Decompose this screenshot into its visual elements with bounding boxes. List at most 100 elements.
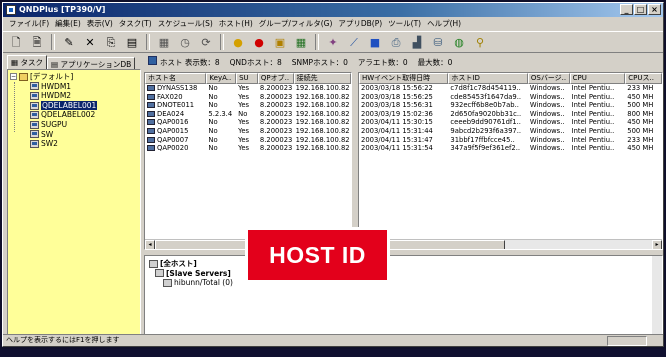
table-cell: 2003/04/11 15:31:44 [361,126,433,135]
all-hosts-node[interactable]: [全ホスト] [149,259,658,269]
table-row[interactable]: 2003/03/18 15:56:25 cde85453f1647da9.. Win… [359,93,662,102]
menu-task[interactable]: タスク(T) [116,17,155,30]
minimize-button[interactable]: _ [620,4,633,15]
menu-tools[interactable]: ツール(T) [385,17,424,30]
tree-item[interactable]: SW [10,130,138,140]
table-cell: No [208,101,218,110]
col-qpo[interactable]: QPオブ.. [257,73,294,84]
menu-schedule[interactable]: スケジュール(S) [155,17,216,30]
tree-item-selected[interactable]: QDELABEL001 [10,100,138,111]
clock-icon: ◷ [180,35,190,49]
table-cell: ceeeb9dd90761df1.. [450,118,521,127]
network-icon[interactable]: ■ [366,33,384,51]
table-row[interactable]: DEA024 5.2.3.4 No 8.200023 192.168.100.82 [145,110,351,119]
menu-group-filter[interactable]: グループ/フィルタ(G) [256,17,336,30]
scroll-left-icon[interactable]: ◂ [145,240,155,249]
tree-item[interactable]: HWDM2 [10,91,138,101]
menu-edit[interactable]: 編集(E) [52,17,84,30]
table-row[interactable]: 2003/04/11 15:31:54 347a9f5f9ef361ef2.. Wi… [359,144,662,153]
close-button[interactable]: × [648,4,661,15]
open-icon[interactable]: 🗎 [28,33,46,51]
col-connect[interactable]: 接続先 [293,73,351,84]
maximize-button[interactable]: □ [634,4,647,15]
slave-servers-node[interactable]: [Slave Servers] [149,269,658,279]
table-cell: Intel Pentiu.. [571,101,615,110]
hw-list-hscroll[interactable]: ◂ ▸ [359,239,662,249]
scroll-right-icon[interactable]: ▸ [652,240,662,249]
hibunn-node[interactable]: hibunn/Total (0) [149,278,658,288]
report-icon[interactable]: ▣ [271,33,289,51]
copy-icon[interactable]: ⎘ [102,33,120,51]
menu-file[interactable]: ファイル(F) [6,17,52,30]
database-icon[interactable]: ⛁ [429,33,447,51]
stop-icon[interactable]: ● [250,33,268,51]
table-cell: DEA024 [145,110,206,119]
tree-root[interactable]: − [デフォルト] [10,72,138,82]
server-icon[interactable]: ▟ [408,33,426,51]
col-hostname[interactable]: ホスト名 [145,73,207,84]
table-row[interactable]: 2003/03/18 15:56:31 932ecff6b8e0b7ab.. Win… [359,101,662,110]
table-cell: Windows.. [529,118,565,127]
schedule-icon[interactable]: ▦ [292,33,310,51]
col-os[interactable]: OSバージ.. [527,73,570,84]
menu-host[interactable]: ホスト(H) [216,17,256,30]
table-row[interactable]: DYNASS138 No Yes 8.200023 192.168.100.82 [145,84,351,93]
table-cell: Windows.. [529,101,565,110]
tree-item[interactable]: SW2 [10,139,138,149]
table-row[interactable]: QAP0015 No Yes 8.200023 192.168.100.82 [145,127,351,136]
paint-icon[interactable]: ✦ [324,33,342,51]
table-cell: 8.200023 [259,101,293,110]
host-tree: − [デフォルト] HWDM1 HWDM2 QDELABEL001 QDELAB… [7,69,141,335]
menu-help[interactable]: ヘルプ(H) [424,17,464,30]
table-row[interactable]: QAP0007 No Yes 8.200023 192.168.100.82 [145,136,351,145]
table-cell: 9abcd2b293f6a397.. [450,126,522,135]
chart-icon[interactable]: ⟋ [345,33,363,51]
table-row[interactable]: 2003/04/11 15:31:44 9abcd2b293f6a397.. Win… [359,127,662,136]
table-cell: No [208,144,218,153]
table-row[interactable]: 2003/03/18 15:56:22 c7d8f1c78d454119.. Win… [359,84,662,93]
table-cell: Windows.. [529,109,565,118]
tree-item[interactable]: QDELABEL002 [10,110,138,120]
table-row[interactable]: 2003/03/19 15:02:36 2d650fa9020bb31c.. Win… [359,110,662,119]
col-cpu-speed[interactable]: CPUス.. [625,73,662,84]
globe-icon[interactable]: ◍ [450,33,468,51]
col-hw-event[interactable]: HWイベント取得日時 [359,73,449,84]
server-tree[interactable]: [全ホスト] [Slave Servers] hibunn/Total (0) [144,255,663,335]
table-row[interactable]: DNOTE011 No Yes 8.200023 192.168.100.82 [145,101,351,110]
col-keya[interactable]: KeyA.. [206,73,237,84]
table-row[interactable]: QAP0016 No Yes 8.200023 192.168.100.82 [145,118,351,127]
table-cell: 192.168.100.82 [295,144,350,153]
toolbar-separator [51,34,55,50]
tree-item[interactable]: HWDM1 [10,82,138,92]
menu-appdb[interactable]: アプリDB(P) [335,17,385,30]
server-tree-vscroll[interactable] [652,256,662,334]
delete-icon[interactable]: ✕ [81,33,99,51]
table-row[interactable]: QAP0020 No Yes 8.200023 192.168.100.82 [145,144,351,153]
edit-icon[interactable]: ✎ [60,33,78,51]
menu-view[interactable]: 表示(V) [84,17,116,30]
table-row[interactable]: 2003/04/11 15:31:47 31bbf17ffbfcce45.. Win… [359,136,662,145]
host-icon [30,91,39,100]
tab-task[interactable]: ▦ タスク [7,55,47,69]
search-icon[interactable]: ⚲ [471,33,489,51]
left-tabs: ▦ タスク ▤ アプリケーションDB [7,55,141,69]
col-su[interactable]: SU [236,73,258,84]
snmp-count: SNMPホスト：0 [291,57,348,67]
host-list[interactable]: ホスト名 KeyA.. SU QPオブ.. 接続先 DYNASS138 No Yes… [144,72,352,250]
properties-icon[interactable]: ▤ [123,33,141,51]
table-cell: 5.2.3.4 [208,109,233,118]
table-cell: 192.168.100.82 [295,135,350,144]
new-icon[interactable]: 🗋 [7,33,25,51]
table-row[interactable]: FAX020 No Yes 8.200023 192.168.100.82 [145,93,351,102]
col-host-id[interactable]: ホストID [448,73,528,84]
col-cpu[interactable]: CPU [569,73,626,84]
table-cell: No [208,84,218,92]
run-icon[interactable]: ● [229,33,247,51]
table-row[interactable]: 2003/04/11 15:30:15 ceeeb9dd90761df1.. Win… [359,118,662,127]
printer-icon[interactable]: ⎙ [387,33,405,51]
tree-item[interactable]: SUGPU [10,120,138,130]
host-icon [147,85,155,91]
tab-appdb[interactable]: ▤ アプリケーションDB [46,57,136,69]
collapse-icon[interactable]: − [10,73,17,81]
hw-list[interactable]: HWイベント取得日時 ホストID OSバージ.. CPU CPUス.. 2003… [358,72,663,250]
